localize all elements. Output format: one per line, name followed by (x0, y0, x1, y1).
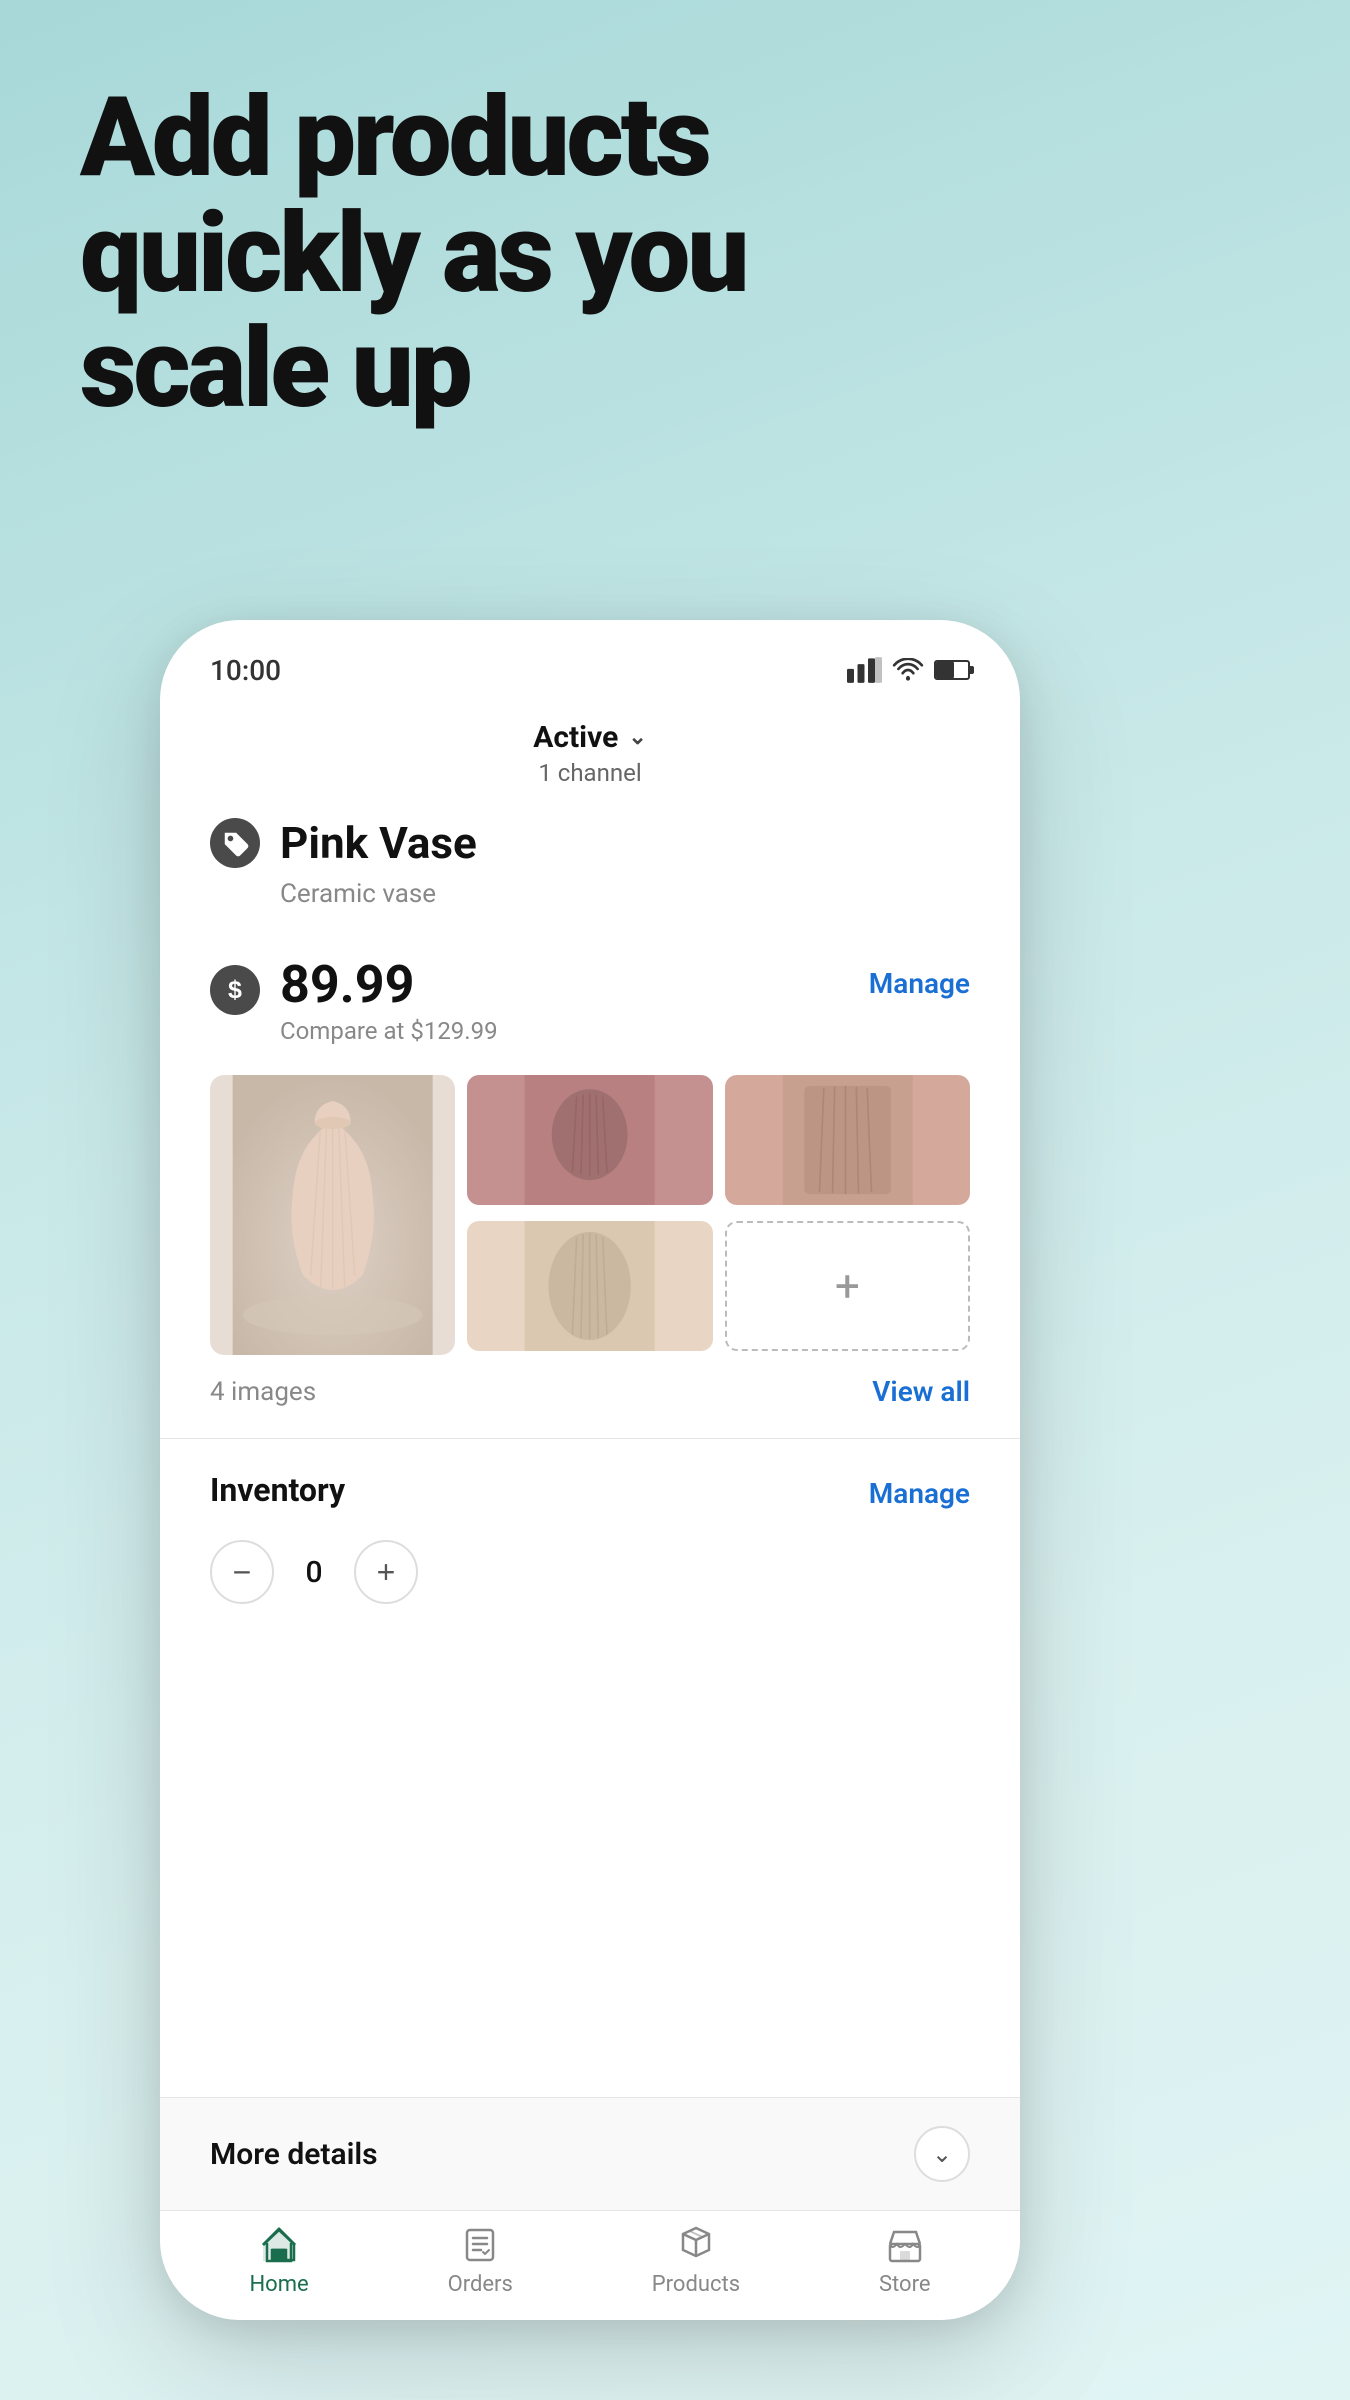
images-count: 4 images (210, 1377, 316, 1407)
nav-home[interactable]: Home (249, 2224, 308, 2297)
inventory-controls: − 0 + (210, 1540, 970, 1604)
nav-products[interactable]: Products (652, 2224, 740, 2297)
status-bar: 10:00 (160, 620, 1020, 700)
price-row: $ 89.99 Compare at $129.99 Manage (210, 939, 970, 1065)
battery-icon (934, 660, 970, 680)
product-section: Pink Vase Ceramic vase $ 89.99 Compare a… (160, 817, 1020, 1604)
nav-orders[interactable]: Orders (448, 2224, 513, 2297)
divider (160, 1438, 1020, 1439)
product-name-row: Pink Vase (210, 817, 970, 869)
quantity-decrease-button[interactable]: − (210, 1540, 274, 1604)
view-all-button[interactable]: View all (872, 1375, 970, 1408)
image-grid: + (210, 1075, 970, 1355)
home-icon (258, 2224, 300, 2266)
add-image-button[interactable]: + (725, 1221, 970, 1351)
status-icons (847, 657, 970, 683)
phone-mockup: 10:00 (160, 620, 1020, 2320)
active-channel-header[interactable]: Active ⌄ 1 channel (160, 700, 1020, 817)
svg-text:$: $ (228, 976, 242, 1004)
wifi-icon (892, 658, 924, 682)
quantity-value: 0 (294, 1555, 334, 1590)
more-details-label: More details (210, 2137, 378, 2172)
more-details-chevron-button[interactable]: ⌄ (914, 2126, 970, 2182)
quantity-increase-button[interactable]: + (354, 1540, 418, 1604)
product-image-main[interactable] (210, 1075, 455, 1355)
active-status-label: Active (533, 720, 618, 755)
store-icon (884, 2224, 926, 2266)
images-row: 4 images View all (210, 1375, 970, 1408)
hero-heading: Add products quickly as you scale up (80, 80, 746, 427)
chevron-down-icon: ⌄ (628, 725, 646, 750)
product-image-thumb-2[interactable] (725, 1075, 970, 1205)
inventory-row: Inventory Manage (210, 1469, 970, 1510)
inventory-label: Inventory (210, 1471, 345, 1509)
active-status-row[interactable]: Active ⌄ (160, 720, 1020, 755)
product-image-thumb-3[interactable] (467, 1221, 712, 1351)
product-type: Ceramic vase (280, 879, 970, 909)
nav-orders-label: Orders (448, 2272, 513, 2297)
price-left: $ 89.99 Compare at $129.99 (210, 959, 498, 1045)
tag-icon (210, 818, 260, 868)
nav-store-label: Store (879, 2272, 931, 2297)
orders-icon (459, 2224, 501, 2266)
hero-line3: scale up (80, 304, 470, 433)
product-image-thumb-1[interactable] (467, 1075, 712, 1205)
price-amount: 89.99 (280, 959, 498, 1011)
compare-price: Compare at $129.99 (280, 1017, 498, 1045)
inventory-manage-button[interactable]: Manage (869, 1469, 970, 1510)
manage-price-button[interactable]: Manage (869, 959, 970, 1000)
nav-products-label: Products (652, 2272, 740, 2297)
price-details: 89.99 Compare at $129.99 (280, 959, 498, 1045)
nav-store[interactable]: Store (879, 2224, 931, 2297)
hero-line2: quickly as you (80, 189, 746, 318)
status-time: 10:00 (210, 654, 281, 687)
nav-home-label: Home (249, 2272, 308, 2297)
dollar-icon: $ (210, 965, 260, 1015)
signal-icon (847, 657, 882, 683)
more-details-bar[interactable]: More details ⌄ (160, 2097, 1020, 2210)
hero-line1: Add products (80, 73, 709, 202)
bottom-nav: Home Orders Products (160, 2210, 1020, 2320)
products-icon (675, 2224, 717, 2266)
channel-subtitle: 1 channel (160, 759, 1020, 787)
phone-screen: 10:00 (160, 620, 1020, 2320)
product-name: Pink Vase (280, 817, 477, 869)
